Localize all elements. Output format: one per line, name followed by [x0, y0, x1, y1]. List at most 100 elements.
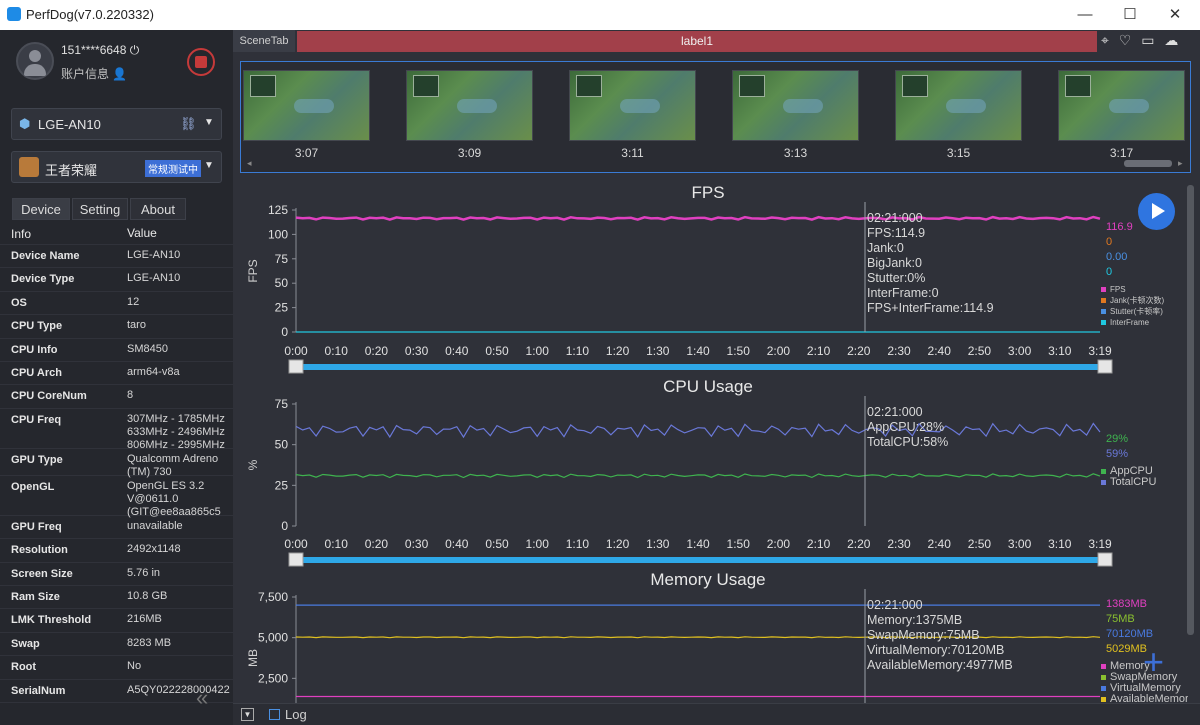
- scroll-left-icon[interactable]: ◂: [247, 158, 252, 169]
- table-row: Root No: [0, 656, 233, 680]
- screenshot-thumbnail[interactable]: [895, 70, 1022, 141]
- tab-about[interactable]: About: [130, 198, 186, 220]
- fps-current-value: 0: [1106, 236, 1112, 248]
- link-icon[interactable]: ⛓: [180, 116, 197, 132]
- info-key: Device Name: [11, 250, 80, 262]
- fps-x-tick: 1:30: [646, 344, 670, 358]
- collapse-icon[interactable]: «: [196, 685, 208, 711]
- cpu-slider-left-handle: [288, 552, 304, 567]
- fps-legend-swatch: [1101, 287, 1106, 292]
- cpu-annotation: AppCPU:28%: [867, 420, 944, 434]
- fps-legend-item: InterFrame: [1110, 318, 1150, 327]
- expand-icon[interactable]: ▼: [241, 708, 254, 721]
- fps-x-tick: 0:10: [325, 344, 349, 358]
- screenshot-thumbnail[interactable]: [569, 70, 696, 141]
- info-key: LMK Threshold: [11, 614, 92, 627]
- fps-legend-item: FPS: [1110, 285, 1126, 294]
- location-icon[interactable]: ⌖: [1101, 32, 1109, 48]
- fps-legend-item: Jank(卡顿次数): [1110, 295, 1165, 305]
- app-select[interactable]: 王者荣耀 常规测试中 ▼: [11, 151, 222, 183]
- info-value: unavailable: [127, 519, 183, 532]
- record-stop-button[interactable]: [187, 48, 215, 76]
- thumbnail-time: 3:15: [946, 146, 971, 160]
- minimize-button[interactable]: —: [1070, 4, 1100, 26]
- info-key: CPU CoreNum: [11, 390, 87, 403]
- charts-svg: FPSFPS125100755025002:21:000FPS:114.9Jan…: [246, 183, 1195, 719]
- cloud-icon[interactable]: ☁: [1164, 32, 1178, 48]
- cpu-legend-item: TotalCPU: [1110, 476, 1157, 488]
- user-icon: 👤: [112, 67, 128, 81]
- fps-legend-swatch: [1101, 320, 1106, 325]
- close-button[interactable]: ✕: [1160, 4, 1190, 26]
- title-bar: PerfDog(v7.0.220332) — ☐ ✕: [0, 0, 1200, 30]
- scene-label-bar[interactable]: label1: [297, 31, 1097, 52]
- account-info-link[interactable]: 账户信息 👤: [61, 65, 127, 82]
- fps-annotation: InterFrame:0: [867, 286, 939, 300]
- log-checkbox[interactable]: [269, 709, 280, 720]
- screenshot-thumbnail[interactable]: [1058, 70, 1185, 141]
- cpu-x-tick: 0:00: [284, 537, 308, 551]
- fps-x-tick: 2:30: [887, 344, 911, 358]
- log-label: Log: [285, 707, 307, 722]
- table-row: CPU Freq 307MHz - 1785MHz 633MHz - 2496MH…: [0, 409, 233, 451]
- table-row: OS 12: [0, 292, 233, 316]
- fps-y-tick: 25: [275, 301, 289, 315]
- maximize-button[interactable]: ☐: [1115, 4, 1145, 26]
- info-value: arm64-v8a: [127, 366, 180, 378]
- play-button[interactable]: [1138, 193, 1175, 230]
- cpu-x-tick: 0:30: [405, 537, 429, 551]
- info-value: 307MHz - 1785MHz 633MHz - 2496MHz 806MHz…: [127, 412, 225, 451]
- fps-ylabel: FPS: [246, 259, 260, 282]
- fps-x-tick: 1:50: [727, 344, 751, 358]
- info-value: No: [127, 660, 142, 673]
- info-key: Root: [11, 661, 37, 674]
- sidebar: 151****6648 ⏻ 账户信息 👤 ⬢ LGE-AN10 ⛓ ▼ 王者荣耀…: [0, 30, 233, 725]
- cpu-annotation: 02:21:000: [867, 405, 923, 419]
- screenshot-thumbnail[interactable]: [406, 70, 533, 141]
- info-key: CPU Info: [11, 343, 58, 356]
- memory-legend-swatch: [1101, 675, 1106, 680]
- top-toolbar: ⌖ ♡ ▭ ☁: [1101, 32, 1178, 49]
- pin-icon[interactable]: ♡: [1119, 32, 1132, 48]
- device-select[interactable]: ⬢ LGE-AN10 ⛓ ▼: [11, 108, 222, 140]
- tab-setting[interactable]: Setting: [72, 198, 128, 220]
- add-icon: +: [1143, 641, 1164, 682]
- tab-device[interactable]: Device: [12, 198, 70, 220]
- cpu-x-tick: 2:50: [968, 537, 992, 551]
- screenshot-thumbnail[interactable]: [243, 70, 370, 141]
- thumbnail-time: 3:09: [457, 146, 482, 160]
- info-value: 2492x1148: [127, 543, 181, 556]
- thumbnail-time: 3:17: [1109, 146, 1134, 160]
- avatar[interactable]: [16, 42, 54, 80]
- strip-scrollbar[interactable]: [1124, 160, 1172, 167]
- app-logo-icon: [7, 7, 21, 21]
- info-key: GPU Type: [11, 453, 63, 466]
- scroll-right-icon[interactable]: ▸: [1178, 158, 1183, 169]
- power-icon[interactable]: ⏻: [130, 43, 140, 57]
- folder-icon[interactable]: ▭: [1141, 32, 1154, 48]
- cpu-x-tick: 1:00: [526, 537, 550, 551]
- info-value: 8: [127, 389, 134, 402]
- android-icon: ⬢: [19, 116, 31, 131]
- screenshot-thumbnail[interactable]: [732, 70, 859, 141]
- fps-legend-swatch: [1101, 298, 1106, 303]
- memory-annotation: 02:21:000: [867, 598, 923, 612]
- info-value: OpenGL ES 3.2 V@0611.0 (GIT@ee8aa865c5: [127, 479, 221, 518]
- cpu-x-tick: 1:20: [606, 537, 630, 551]
- scene-tab[interactable]: SceneTab: [233, 30, 295, 52]
- info-value: 12: [127, 295, 140, 308]
- table-header: Info Value: [0, 222, 233, 245]
- table-row: CPU Arch arm64-v8a: [0, 362, 233, 386]
- fps-line: [295, 215, 1101, 221]
- table-row: Resolution 2492x1148: [0, 539, 233, 563]
- table-row: CPU Type taro: [0, 315, 233, 339]
- memory-annotation: Memory:1375MB: [867, 613, 962, 627]
- vertical-scrollbar[interactable]: [1187, 185, 1194, 635]
- main-panel: SceneTab label1 ⌖ ♡ ▭ ☁ 3:07 3:09 3:11 3:13…: [233, 30, 1200, 725]
- cpu-x-tick: 1:10: [566, 537, 590, 551]
- status-badge: 常规测试中: [145, 160, 201, 177]
- bottom-bar: ▼ Log: [233, 703, 1200, 725]
- fps-annotation: 02:21:000: [867, 211, 923, 225]
- memory-ylabel: MB: [246, 649, 260, 667]
- fps-x-tick: 0:50: [485, 344, 509, 358]
